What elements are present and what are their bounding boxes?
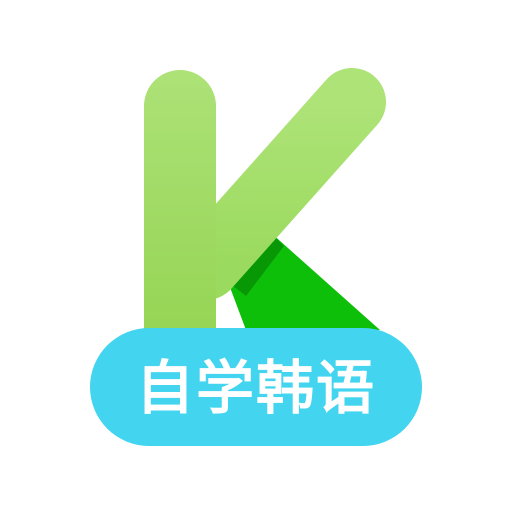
k-stem — [144, 70, 216, 370]
app-icon[interactable]: 自学韩语 — [0, 0, 512, 512]
k-logo-graphic: 自学韩语 — [90, 68, 422, 446]
badge-label: 自学韩语 — [136, 354, 376, 422]
